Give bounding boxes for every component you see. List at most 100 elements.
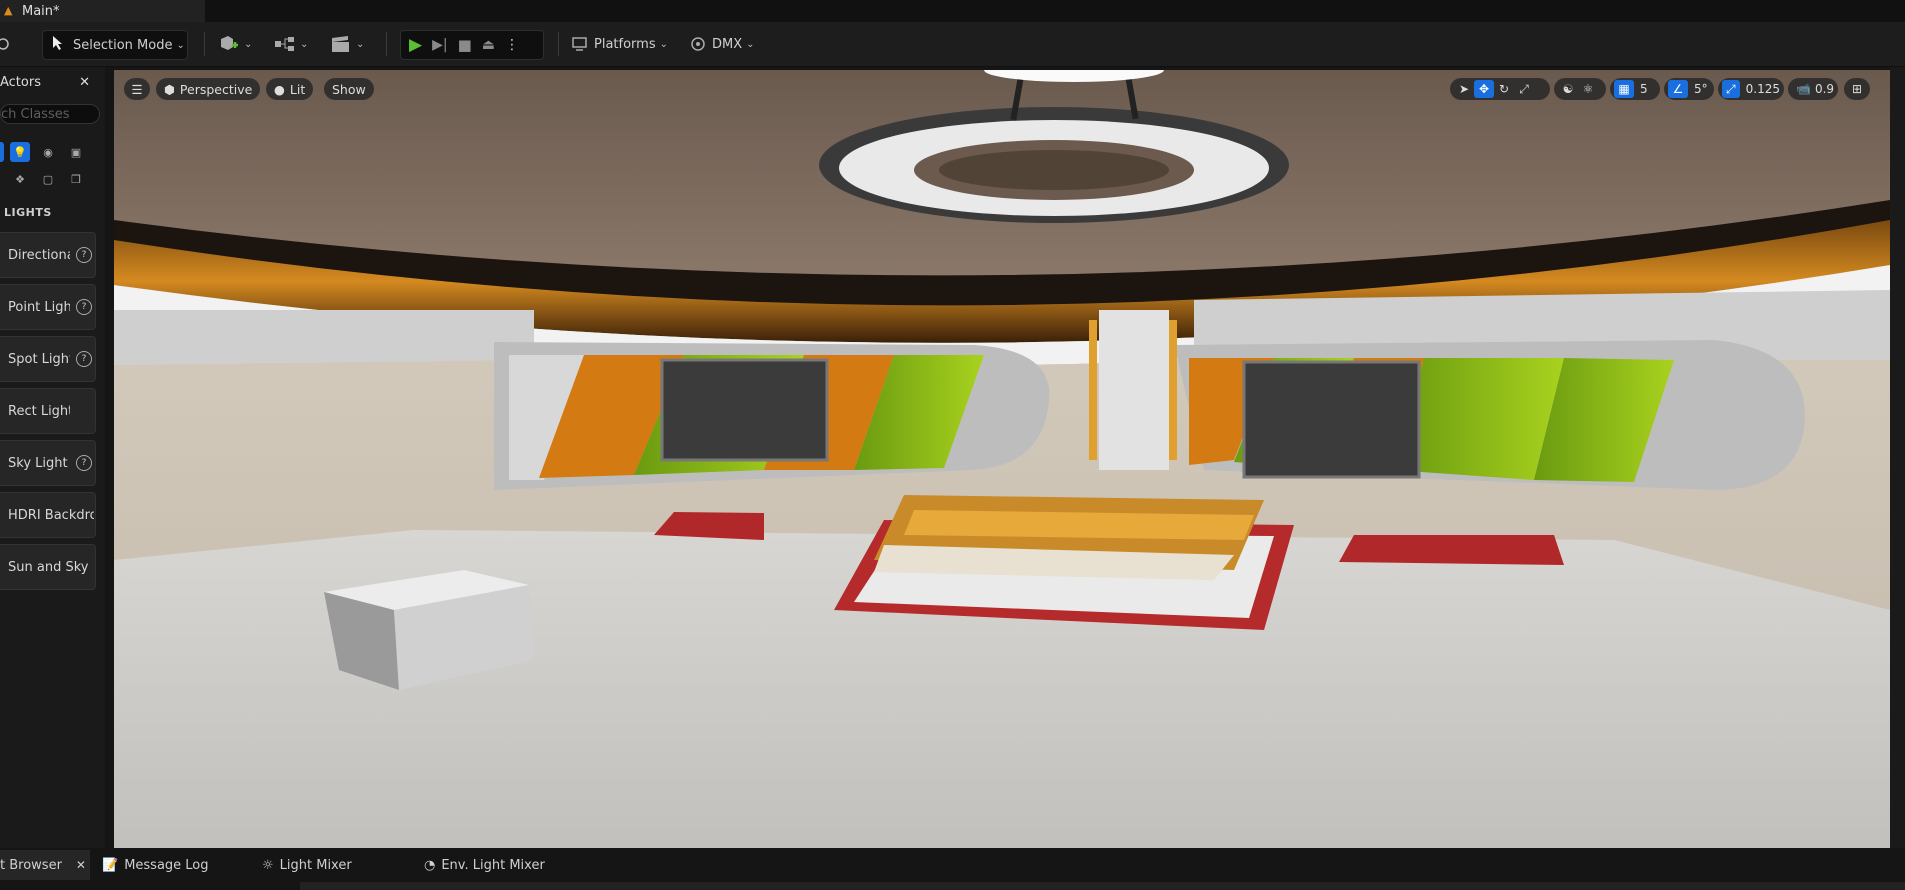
help-icon[interactable]: ? — [76, 247, 92, 263]
toolbar-divider — [386, 32, 387, 56]
rotation-snap-group[interactable]: ∠ 5° — [1664, 78, 1714, 100]
clapperboard-icon — [332, 36, 349, 52]
light-item-point[interactable]: Point Light ? — [0, 284, 96, 330]
level-tab-main[interactable]: ▲ Main* — [0, 0, 205, 22]
cinematics-button[interactable]: ⌄ — [330, 30, 366, 58]
tab-label: t Browser — [0, 857, 62, 873]
chevron-down-icon: ⌄ — [746, 38, 755, 50]
viewport-layout-button[interactable]: ⊞ — [1844, 78, 1870, 100]
tab-light-mixer[interactable]: ☼ Light Mixer — [262, 850, 352, 880]
transform-tools-group: ➤ ✥ ↻ ⤢ — [1450, 78, 1550, 100]
close-icon[interactable]: ✕ — [76, 858, 86, 872]
light-item-hdri-backdrop[interactable]: HDRI Backdrop — [0, 492, 96, 538]
viewport-options-button[interactable]: ☰ — [124, 78, 150, 100]
scale-snap-group[interactable]: ⤢ 0.125 — [1718, 78, 1784, 100]
blueprint-button[interactable]: ⌄ — [274, 30, 310, 58]
unreal-logo-icon: ▲ — [4, 4, 13, 17]
lit-sphere-icon: ● — [274, 81, 285, 97]
dmx-dropdown[interactable]: DMX ⌄ — [690, 30, 760, 58]
content-browser-toolbar — [300, 882, 1905, 890]
play-controls-group: ▶ ▶| ■ ⏏ ⋮ — [400, 30, 544, 60]
perspective-cube-icon: ⬢ — [164, 81, 175, 97]
eject-icon[interactable]: ⏏ — [482, 37, 495, 53]
help-icon[interactable]: ? — [76, 455, 92, 471]
close-icon[interactable]: ✕ — [79, 75, 90, 90]
light-item-sky[interactable]: Sky Light ? — [0, 440, 96, 486]
toolbar-divider — [558, 32, 559, 56]
rotate-icon[interactable]: ↻ — [1494, 80, 1514, 98]
advance-frame-icon[interactable]: ▶| — [432, 37, 447, 53]
scale-snap-value: 0.125 — [1745, 82, 1780, 96]
selection-mode-label: Selection Mode — [73, 37, 173, 53]
view-mode-dropdown[interactable]: ● Lit — [266, 78, 314, 100]
surface-snap-icon[interactable]: ⚛ — [1578, 80, 1598, 98]
select-arrow-icon — [51, 35, 65, 55]
view-mode-label: Lit — [289, 81, 306, 97]
light-item-rect[interactable]: Rect Light — [0, 388, 96, 434]
lights-section-label: LIGHTS — [4, 206, 52, 219]
tab-label: Message Log — [124, 857, 209, 873]
env-light-mixer-icon: ◔ — [424, 857, 436, 873]
grid-snap-group[interactable]: ▦ 5 — [1610, 78, 1660, 100]
tab-message-log[interactable]: 📝 Message Log — [102, 850, 209, 880]
add-actor-icon — [221, 36, 238, 50]
selection-mode-dropdown[interactable]: Selection Mode ⌄ — [42, 30, 188, 60]
light-item-sun-and-sky[interactable]: Sun and Sky — [0, 544, 96, 590]
add-actor-button[interactable]: ⌄ — [218, 30, 254, 58]
level-tab-title: Main* — [22, 3, 60, 19]
blueprint-icon — [275, 37, 294, 51]
right-side-panel-edge — [1890, 67, 1905, 848]
light-item-label: Spot Light — [8, 351, 70, 367]
category-all-classes-icon[interactable]: ❐ — [66, 169, 86, 189]
camera-speed-icon: 📹 — [1796, 82, 1811, 96]
stop-icon[interactable]: ■ — [458, 36, 472, 54]
more-options-icon[interactable]: ⋮ — [505, 37, 519, 53]
search-classes-input[interactable]: ch Classes — [0, 104, 100, 124]
category-volumes-icon[interactable]: ▢ — [38, 169, 58, 189]
category-lights-icon[interactable]: 💡 — [10, 142, 30, 162]
light-item-label: HDRI Backdrop — [8, 507, 94, 523]
scale-snap-icon: ⤢ — [1722, 80, 1740, 98]
history-icon[interactable] — [0, 30, 12, 58]
play-icon[interactable]: ▶ — [409, 35, 422, 55]
message-log-icon: 📝 — [102, 857, 119, 873]
layout-grid-icon: ⊞ — [1851, 82, 1863, 96]
place-actors-header: Actors ✕ — [0, 70, 90, 94]
scale-icon[interactable]: ⤢ — [1514, 80, 1534, 98]
category-visual-effects-icon[interactable]: ❖ — [10, 169, 30, 189]
platforms-dropdown[interactable]: Platforms ⌄ — [572, 30, 668, 58]
category-cinematic-icon[interactable]: ▣ — [66, 142, 86, 162]
tab-label: Light Mixer — [279, 857, 352, 873]
light-item-label: Point Light — [8, 299, 70, 315]
select-icon[interactable]: ➤ — [1454, 80, 1474, 98]
chevron-down-icon: ⌄ — [300, 38, 309, 50]
translate-icon[interactable]: ✥ — [1474, 80, 1494, 98]
chevron-down-icon: ⌄ — [356, 38, 365, 50]
world-space-icon[interactable]: ☯ — [1558, 80, 1578, 98]
tab-env-light-mixer[interactable]: ◔ Env. Light Mixer — [424, 850, 545, 880]
camera-speed-group[interactable]: 📹 0.9 — [1788, 78, 1838, 100]
category-recent-icon[interactable] — [0, 142, 4, 162]
dmx-icon — [691, 37, 705, 51]
main-toolbar: Selection Mode ⌄ ⌄ ⌄ ⌄ ▶ ▶| ■ ⏏ ⋮ Platfo… — [0, 22, 1905, 67]
category-shapes-icon[interactable]: ◉ — [38, 142, 58, 162]
light-item-label: Sun and Sky — [8, 559, 89, 575]
rotation-snap-icon: ∠ — [1668, 80, 1688, 98]
tab-content-browser[interactable]: t Browser ✕ — [0, 850, 90, 880]
light-item-directional[interactable]: Directiona ? — [0, 232, 96, 278]
chevron-down-icon: ⌄ — [176, 39, 185, 51]
chevron-down-icon: ⌄ — [659, 38, 668, 50]
help-icon[interactable]: ? — [76, 351, 92, 367]
light-item-spot[interactable]: Spot Light ? — [0, 336, 96, 382]
toolbar-divider — [204, 32, 205, 56]
light-item-label: Rect Light — [8, 403, 70, 419]
light-item-label: Sky Light — [8, 455, 68, 471]
perspective-dropdown[interactable]: ⬢ Perspective — [156, 78, 261, 100]
tab-label: Env. Light Mixer — [441, 857, 545, 873]
perspective-label: Perspective — [179, 81, 253, 97]
level-viewport[interactable]: ☰ ⬢ Perspective ● Lit Show ➤ ✥ ↻ ⤢ ☯ ⚛ ▦… — [114, 70, 1890, 848]
show-label: Show — [332, 81, 366, 97]
show-dropdown[interactable]: Show — [324, 78, 374, 100]
platforms-label: Platforms — [594, 36, 656, 52]
help-icon[interactable]: ? — [76, 299, 92, 315]
